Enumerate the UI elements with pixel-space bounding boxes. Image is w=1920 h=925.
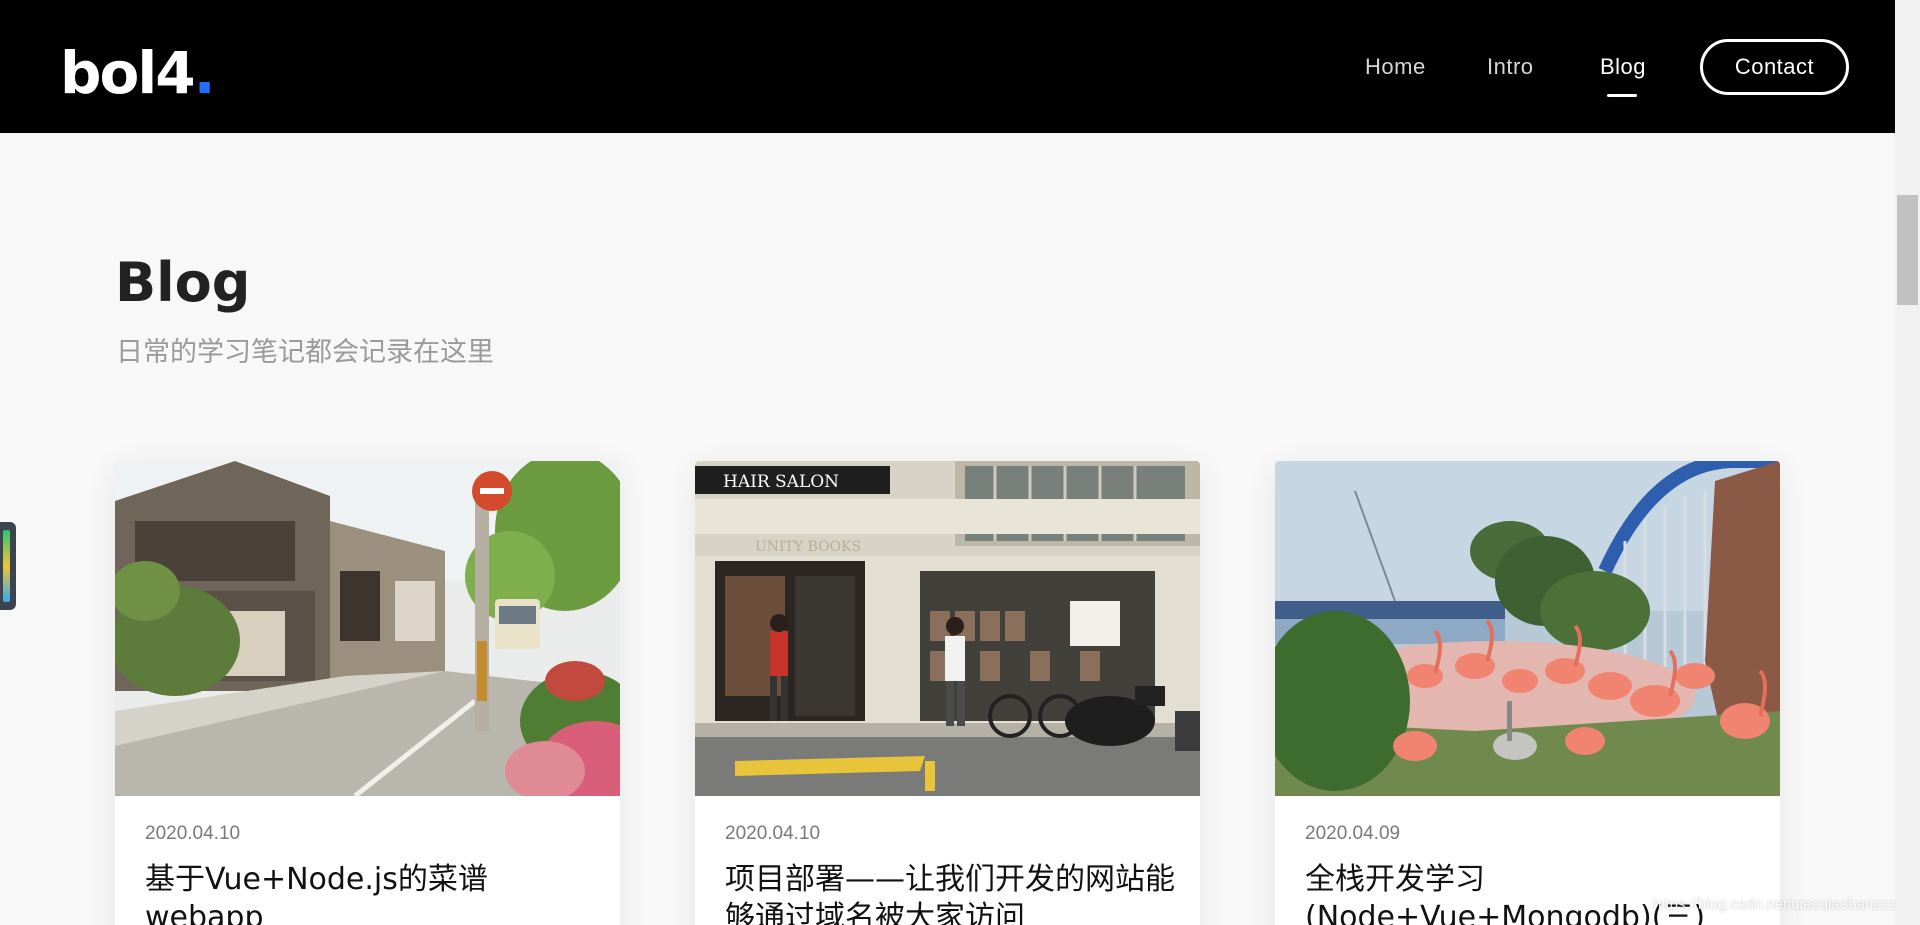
post-date: 2020.04.09	[1305, 823, 1401, 844]
site-logo[interactable]: bol4.	[60, 38, 216, 108]
nav-item-home[interactable]: Home	[1365, 52, 1426, 82]
side-floating-widget[interactable]	[0, 522, 16, 610]
hair-salon-bookshop-photo[interactable]: HAIR SALON UNITY BOOKS	[695, 461, 1200, 796]
page-scrollbar[interactable]	[1895, 0, 1920, 925]
svg-text:UNITY BOOKS: UNITY BOOKS	[755, 539, 861, 555]
blog-card[interactable]: 2020.04.09 全栈开发学习(Node+Vue+Mongodb)(三)	[1275, 461, 1780, 925]
nav-item-blog[interactable]: Blog	[1600, 52, 1646, 82]
post-title[interactable]: 全栈开发学习(Node+Vue+Mongodb)(三)	[1305, 861, 1755, 925]
flamingo-park-photo[interactable]	[1275, 461, 1780, 796]
contact-button[interactable]: Contact	[1700, 39, 1849, 95]
nav-item-intro[interactable]: Intro	[1487, 52, 1534, 82]
post-date: 2020.04.10	[725, 823, 821, 844]
post-date: 2020.04.10	[145, 823, 241, 844]
side-widget-bar	[3, 530, 10, 602]
nav-active-underline	[1607, 94, 1637, 97]
blog-card[interactable]: 2020.04.10 基于Vue+Node.js的菜谱webapp	[115, 461, 620, 925]
site-header: bol4. Home Intro Blog Contact	[0, 0, 1895, 133]
page-subtitle: 日常的学习笔记都会记录在这里	[116, 337, 494, 368]
post-title[interactable]: 项目部署——让我们开发的网站能够通过域名被大家访问	[725, 861, 1175, 925]
page-title: Blog	[115, 251, 251, 314]
blog-card[interactable]: HAIR SALON UNITY BOOKS 2020.04.10 项目部署——…	[695, 461, 1200, 925]
scrollbar-thumb[interactable]	[1897, 195, 1918, 305]
logo-dot: .	[193, 39, 216, 107]
post-title[interactable]: 基于Vue+Node.js的菜谱webapp	[145, 861, 595, 925]
svg-text:HAIR SALON: HAIR SALON	[723, 472, 839, 492]
logo-text: bol4	[60, 39, 196, 107]
csdn-watermark: https://blog.csdn.net/qiaoqiaobanzzz	[1653, 896, 1896, 913]
japanese-street-photo[interactable]	[115, 461, 620, 796]
